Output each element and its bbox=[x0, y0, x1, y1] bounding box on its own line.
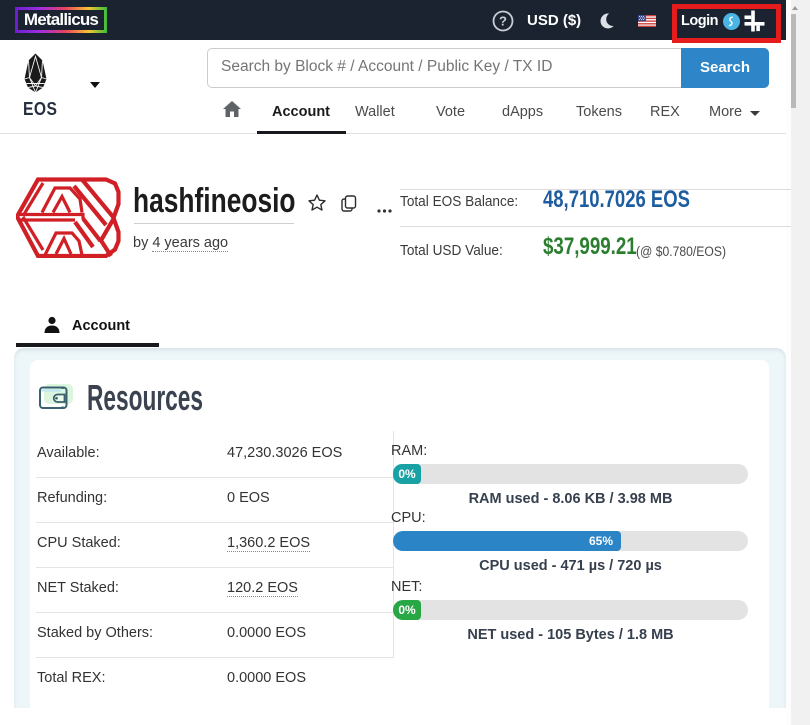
svg-text:?: ? bbox=[499, 14, 507, 29]
